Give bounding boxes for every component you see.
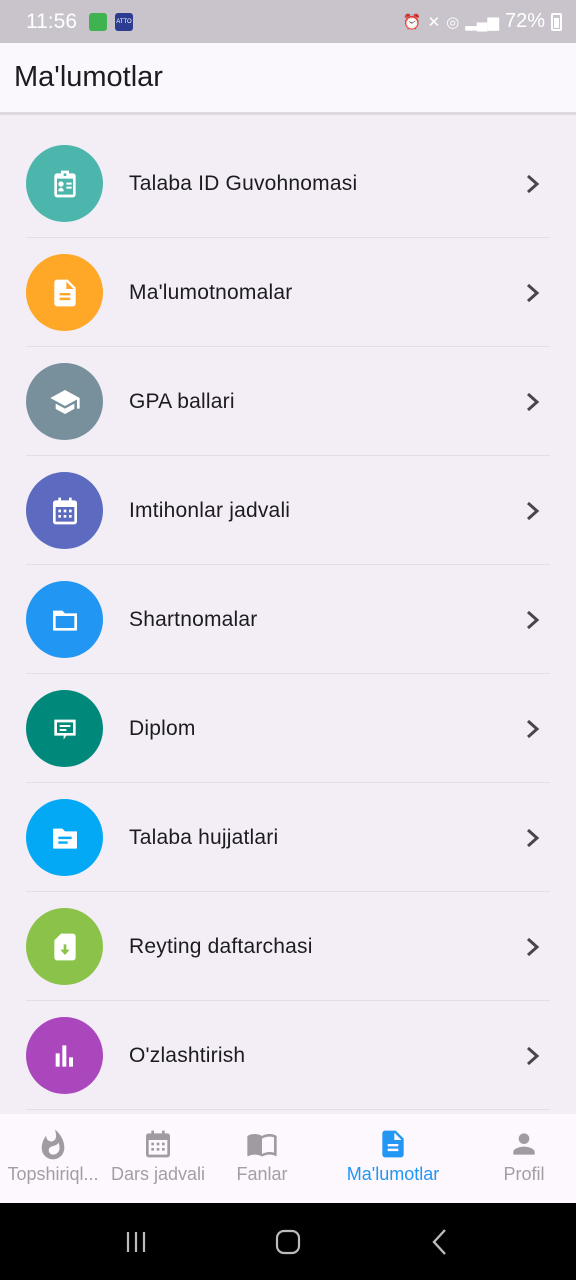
menu-item-exam-schedule[interactable]: Imtihonlar jadvali [0,456,576,565]
menu-item-achievement[interactable]: O'zlashtirish [0,1001,576,1110]
nav-label: Profil [503,1164,545,1184]
menu-item-label: Reyting daftarchasi [129,934,313,958]
flame-icon [41,1129,65,1160]
battery-percent: 72% [504,10,545,32]
page-title: Ma'lumotlar [14,61,163,93]
student-documents-icon [26,799,103,876]
bottom-navigation: Topshiriql... Dars jadvali Fanlar Ma'lum… [0,1114,576,1203]
status-time: 11:56 [26,9,77,33]
nav-label: Fanlar [236,1164,288,1184]
mute-icon: ✕ [427,13,441,31]
chevron-right-icon [527,1046,540,1065]
back-icon[interactable] [425,1227,455,1257]
menu-item-grade-book[interactable]: Reyting daftarchasi [0,892,576,1001]
folder-icon [26,581,103,658]
menu-item-label: Ma'lumotnomalar [129,280,293,304]
nav-tab-profile[interactable]: Profil [472,1114,576,1203]
chevron-right-icon [527,501,540,520]
nav-label: Topshiriql... [7,1164,99,1184]
nav-tab-class-schedule[interactable]: Dars jadvali [106,1114,210,1203]
battery-icon [551,12,562,31]
home-icon[interactable] [273,1227,303,1257]
chevron-right-icon [527,283,540,302]
atto-notification-icon: ATTO [115,12,133,31]
menu-item-gpa[interactable]: GPA ballari [0,347,576,456]
id-badge-icon [26,145,103,222]
menu-item-contracts[interactable]: Shartnomalar [0,565,576,674]
menu-item-student-documents[interactable]: Talaba hujjatlari [0,783,576,892]
notification-app-icon [89,12,107,31]
system-navigation-bar [0,1203,576,1280]
chevron-right-icon [527,828,540,847]
menu-item-label: Diplom [129,716,196,740]
status-bar: 11:56 ATTO ⏰ ✕ ◎ ▂▄▆ 72% [0,0,576,43]
calendar-icon [146,1130,170,1158]
nav-tab-subjects[interactable]: Fanlar [210,1114,314,1203]
menu-item-label: Talaba hujjatlari [129,825,279,849]
nav-label: Dars jadvali [110,1164,206,1184]
signal-icon: ▂▄▆ [465,13,499,31]
nav-tab-information[interactable]: Ma'lumotlar [314,1114,472,1203]
chevron-right-icon [527,937,540,956]
diploma-icon [26,690,103,767]
bar-chart-icon [26,1017,103,1094]
chevron-right-icon [527,719,540,738]
recent-apps-icon[interactable] [121,1227,151,1257]
document-icon [382,1130,404,1158]
nav-tab-tasks[interactable]: Topshiriql... [0,1114,106,1203]
hotspot-icon: ◎ [446,13,460,31]
chevron-right-icon [527,174,540,193]
menu-item-label: GPA ballari [129,389,235,413]
menu-item-references[interactable]: Ma'lumotnomalar [0,238,576,347]
menu-item-label: Imtihonlar jadvali [129,498,291,522]
calendar-icon [26,472,103,549]
menu-item-label: Shartnomalar [129,607,258,631]
grade-book-icon [26,908,103,985]
nav-label: Ma'lumotlar [346,1164,440,1184]
chevron-right-icon [527,610,540,629]
menu-item-diploma[interactable]: Diplom [0,674,576,783]
graduation-cap-icon [26,363,103,440]
app-bar: Ma'lumotlar [0,43,576,115]
menu-item-label: Talaba ID Guvohnomasi [129,171,358,195]
book-icon [247,1134,277,1157]
menu-item-label: O'zlashtirish [129,1043,246,1067]
document-icon [26,254,103,331]
person-icon [513,1133,535,1155]
chevron-right-icon [527,392,540,411]
menu-item-student-id[interactable]: Talaba ID Guvohnomasi [0,129,576,238]
alarm-icon: ⏰ [402,13,422,31]
menu-list: Talaba ID Guvohnomasi Ma'lumotnomalar GP… [0,129,576,1110]
